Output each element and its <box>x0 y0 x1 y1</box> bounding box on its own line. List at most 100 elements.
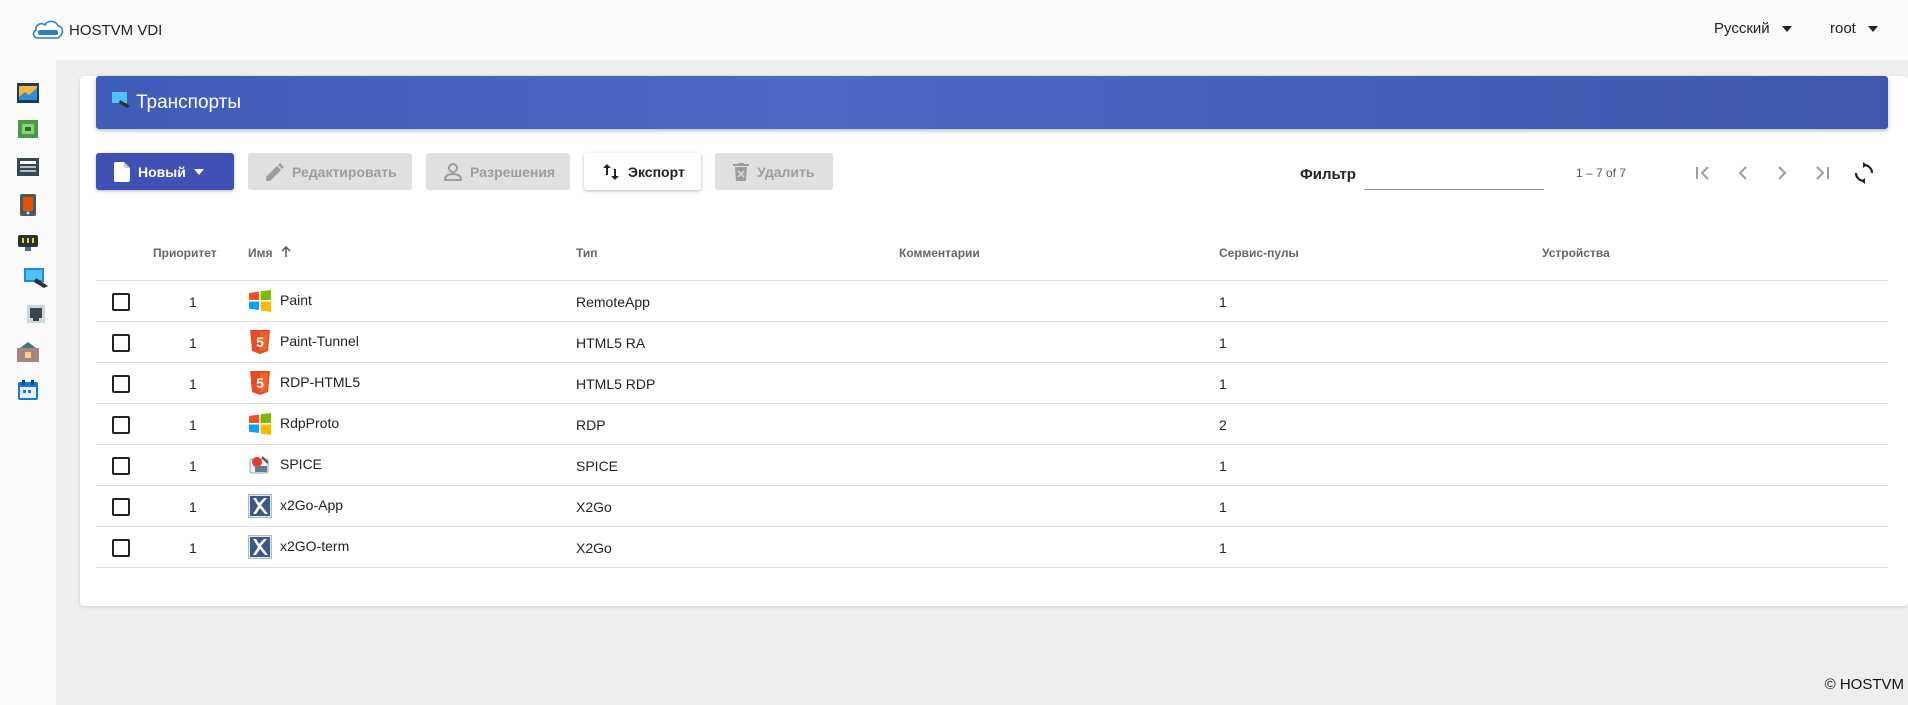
page-title: Транспорты <box>136 91 242 113</box>
language-label: Русский <box>1714 20 1770 37</box>
spice-icon <box>248 453 272 477</box>
first-page-icon[interactable] <box>1692 162 1714 184</box>
cell-name: x2GO-term <box>280 538 350 554</box>
next-page-icon[interactable] <box>1771 162 1793 184</box>
delete-button-label: Удалить <box>757 163 815 180</box>
networks-icon[interactable] <box>27 305 45 328</box>
connectivity-icon[interactable] <box>17 233 39 258</box>
table-row[interactable]: 1 Paint RemoteApp 1 <box>96 281 1888 322</box>
windows-icon <box>248 412 272 436</box>
cell-name: Paint-Tunnel <box>280 333 359 349</box>
cell-type: HTML5 RA <box>576 335 646 351</box>
header-pools[interactable]: Сервис-пулы <box>1219 246 1299 260</box>
table-row[interactable]: 1 5 RDP-HTML5 HTML5 RDP 1 <box>96 363 1888 404</box>
pencil-icon <box>266 162 284 181</box>
cell-pools: 1 <box>1219 499 1227 515</box>
permissions-button[interactable]: Разрешения <box>426 153 570 190</box>
caret-down-icon <box>1867 25 1878 32</box>
header-name[interactable]: Имя <box>248 246 292 261</box>
row-checkbox[interactable] <box>112 375 130 393</box>
main-content: Транспорты Новый Редактировать Разрешени… <box>56 60 1908 705</box>
cell-pools: 1 <box>1219 294 1227 310</box>
header-devices[interactable]: Устройства <box>1542 246 1610 260</box>
cell-name: RDP-HTML5 <box>280 374 361 390</box>
row-checkbox[interactable] <box>112 457 130 475</box>
table-row[interactable]: 1 5 Paint-Tunnel HTML5 RA 1 <box>96 322 1888 363</box>
cell-pools: 1 <box>1219 376 1227 392</box>
page-header: Транспорты <box>96 76 1888 129</box>
cell-pools: 2 <box>1219 417 1227 433</box>
delete-icon <box>733 162 749 181</box>
caret-down-icon <box>193 168 204 175</box>
calendar-icon[interactable] <box>18 380 38 405</box>
x2go-icon <box>247 493 273 519</box>
filter-input[interactable] <box>1364 160 1544 190</box>
transports-icon[interactable] <box>24 268 48 293</box>
cell-type: HTML5 RDP <box>576 376 656 392</box>
svg-text:5: 5 <box>256 375 264 391</box>
row-checkbox[interactable] <box>112 334 130 352</box>
table-row[interactable]: 1 SPICE SPICE 1 <box>96 445 1888 486</box>
app-title: HOSTVM VDI <box>69 21 163 39</box>
row-checkbox[interactable] <box>112 498 130 516</box>
file-icon <box>114 161 130 182</box>
transports-icon <box>112 92 130 113</box>
header-comments[interactable]: Комментарии <box>899 246 980 260</box>
top-bar: HOSTVM VDI Русский root <box>0 0 1908 60</box>
cell-type: X2Go <box>576 540 612 556</box>
cell-priority: 1 <box>189 335 197 351</box>
transports-card: Транспорты Новый Редактировать Разрешени… <box>80 76 1908 606</box>
new-button[interactable]: Новый <box>96 153 234 190</box>
cell-name: RdpProto <box>280 415 340 431</box>
permissions-button-label: Разрешения <box>470 163 556 180</box>
caret-down-icon <box>1781 25 1792 32</box>
export-button-label: Экспорт <box>628 163 685 180</box>
previous-page-icon[interactable] <box>1732 162 1754 184</box>
footer-copyright: © HOSTVM <box>1824 676 1904 693</box>
table-row[interactable]: 1 RdpProto RDP 2 <box>96 404 1888 445</box>
row-checkbox[interactable] <box>112 416 130 434</box>
header-priority[interactable]: Приоритет <box>153 246 217 260</box>
html5-icon: 5 <box>248 371 272 395</box>
cell-type: SPICE <box>576 458 619 474</box>
edit-button-label: Редактировать <box>292 163 397 180</box>
services-chip-icon[interactable] <box>17 119 39 144</box>
cell-pools: 1 <box>1219 540 1227 556</box>
cell-pools: 1 <box>1219 458 1227 474</box>
html5-icon: 5 <box>248 330 272 354</box>
pagination-range: 1 – 7 of 7 <box>1576 166 1627 180</box>
header-type[interactable]: Тип <box>576 246 598 260</box>
cell-priority: 1 <box>189 376 197 392</box>
table-row[interactable]: 1 x2Go-App X2Go 1 <box>96 486 1888 527</box>
cell-priority: 1 <box>189 458 197 474</box>
export-button[interactable]: Экспорт <box>584 153 701 190</box>
windows-icon <box>248 289 272 313</box>
cell-priority: 1 <box>189 417 197 433</box>
cell-name: Paint <box>280 292 312 308</box>
hostvm-logo-icon <box>31 18 65 42</box>
refresh-icon[interactable] <box>1852 161 1876 185</box>
cell-type: RDP <box>576 417 606 433</box>
cell-name: SPICE <box>280 456 323 472</box>
cell-type: X2Go <box>576 499 612 515</box>
dashboard-icon[interactable] <box>17 83 39 108</box>
delete-button[interactable]: Удалить <box>715 153 833 190</box>
cell-priority: 1 <box>189 499 197 515</box>
edit-button[interactable]: Редактировать <box>248 153 412 190</box>
table-row[interactable]: 1 x2GO-term X2Go 1 <box>96 527 1888 568</box>
person-icon <box>444 162 462 181</box>
row-checkbox[interactable] <box>112 293 130 311</box>
sidebar <box>0 60 56 705</box>
pools-icon[interactable] <box>17 342 39 367</box>
language-menu[interactable]: Русский <box>1714 20 1792 37</box>
os-managers-icon[interactable] <box>20 194 36 221</box>
last-page-icon[interactable] <box>1811 162 1833 184</box>
cell-type: RemoteApp <box>576 294 650 310</box>
row-checkbox[interactable] <box>112 539 130 557</box>
user-menu[interactable]: root <box>1830 20 1878 37</box>
svg-text:5: 5 <box>256 334 264 350</box>
user-label: root <box>1830 20 1856 37</box>
arrow-up-icon <box>280 246 292 261</box>
brand[interactable]: HOSTVM VDI <box>31 18 162 42</box>
authenticators-icon[interactable] <box>17 157 39 182</box>
